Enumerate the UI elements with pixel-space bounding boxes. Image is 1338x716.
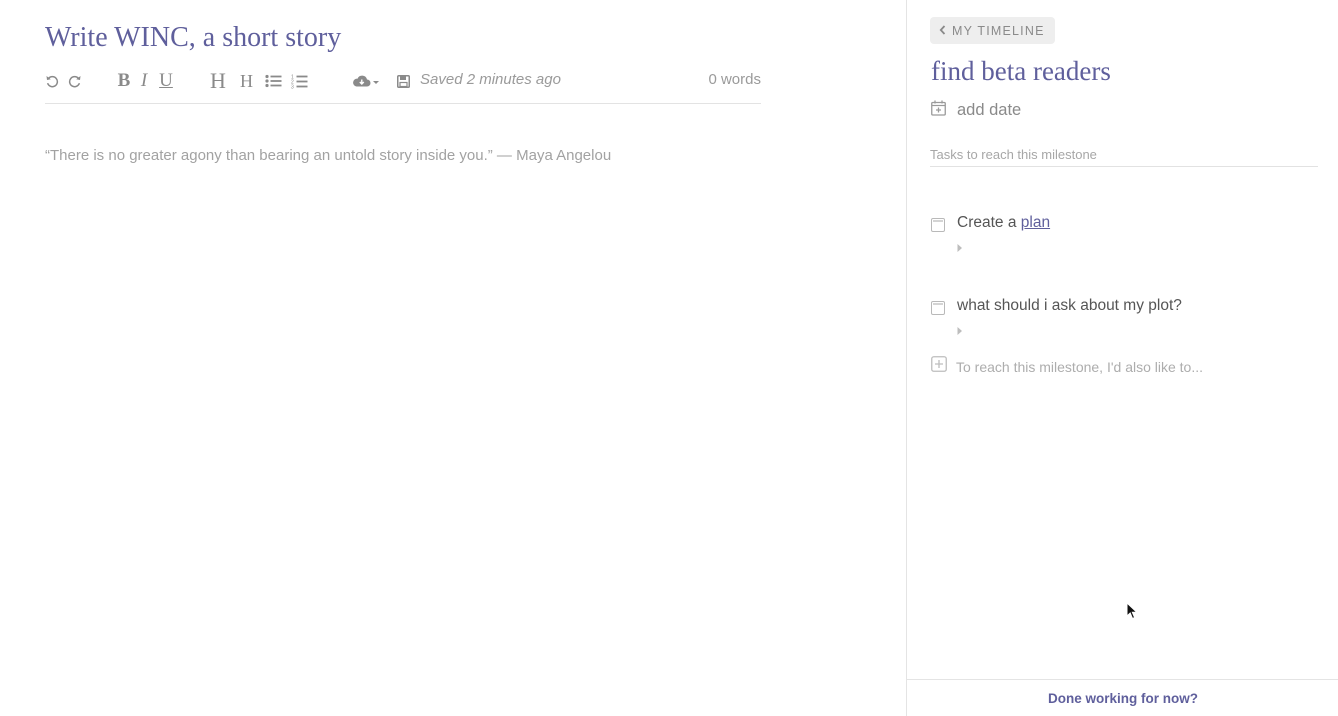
editor-toolbar: B I U H H 123 Saved 2 minutes ago 0 word…	[45, 66, 761, 104]
chevron-left-icon	[939, 22, 946, 40]
cloud-download-menu[interactable]	[352, 68, 382, 94]
add-task-input[interactable]: To reach this milestone, I'd also like t…	[931, 356, 1203, 377]
underline-button[interactable]: U	[158, 68, 174, 94]
document-title[interactable]: Write WINC, a short story	[45, 22, 341, 54]
heading-large-button[interactable]: H	[207, 68, 229, 94]
italic-button[interactable]: I	[138, 68, 150, 94]
expand-caret-icon[interactable]	[957, 323, 963, 341]
plus-square-icon	[931, 356, 947, 377]
calendar-plus-icon	[931, 100, 946, 121]
task-text[interactable]: what should i ask about my plot?	[957, 297, 1182, 315]
milestone-title[interactable]: find beta readers	[931, 56, 1111, 87]
task-item: what should i ask about my plot?	[931, 295, 1311, 339]
bullet-list-icon[interactable]	[264, 68, 282, 94]
task-text[interactable]: Create a plan	[957, 214, 1050, 232]
task-item: Create a plan	[931, 212, 1311, 256]
undo-icon[interactable]	[45, 68, 59, 94]
add-task-placeholder: To reach this milestone, I'd also like t…	[956, 358, 1204, 375]
editor-pane: Write WINC, a short story B I U H H 123 …	[0, 0, 906, 716]
my-timeline-label: MY TIMELINE	[952, 23, 1045, 38]
add-date-button[interactable]: add date	[931, 100, 1021, 121]
word-count: 0 words	[708, 71, 761, 88]
milestone-panel: MY TIMELINE find beta readers add date T…	[906, 0, 1338, 716]
done-working-link[interactable]: Done working for now?	[1048, 691, 1198, 706]
saved-status: Saved 2 minutes ago	[420, 71, 561, 88]
mouse-pointer-icon	[1126, 601, 1139, 625]
svg-text:3: 3	[291, 84, 294, 89]
done-footer: Done working for now?	[907, 679, 1338, 716]
floppy-disk-icon	[396, 68, 410, 94]
my-timeline-button[interactable]: MY TIMELINE	[930, 17, 1055, 44]
task-checkbox[interactable]	[931, 301, 945, 315]
editor-placeholder-quote[interactable]: “There is no greater agony than bearing …	[45, 147, 611, 164]
add-date-label: add date	[957, 101, 1022, 119]
task-link-plan[interactable]: plan	[1021, 214, 1050, 231]
heading-small-button[interactable]: H	[238, 68, 255, 94]
tasks-section-label: Tasks to reach this milestone	[930, 147, 1318, 167]
cloud-download-icon	[353, 75, 379, 87]
task-checkbox[interactable]	[931, 218, 945, 232]
redo-icon[interactable]	[68, 68, 82, 94]
numbered-list-icon[interactable]: 123	[290, 68, 308, 94]
bold-button[interactable]: B	[117, 68, 131, 94]
expand-caret-icon[interactable]	[957, 240, 963, 258]
